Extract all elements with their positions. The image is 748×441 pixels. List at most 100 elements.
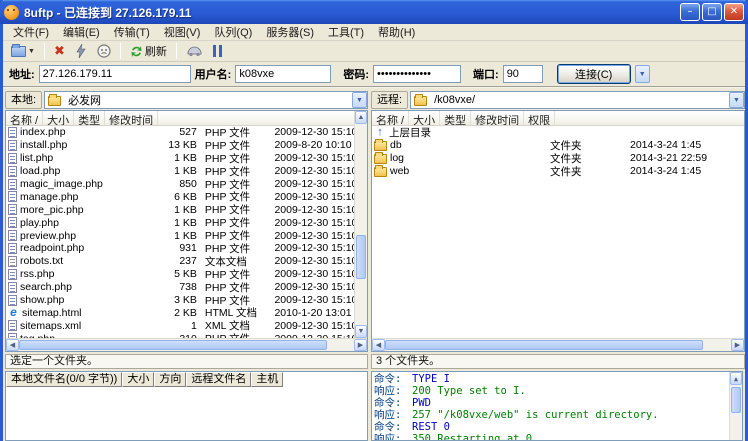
minimize-button[interactable]: – — [680, 3, 700, 21]
column-header[interactable]: 修改时间 — [105, 111, 158, 125]
scroll-down-icon[interactable]: ▼ — [355, 325, 367, 338]
column-header[interactable]: 名称 / — [372, 111, 409, 125]
table-row[interactable]: web 文件夹 2014-3-24 1:45 — [372, 165, 744, 178]
file-icon — [8, 320, 17, 331]
column-header[interactable]: 修改时间 — [471, 111, 524, 125]
scroll-left-icon[interactable]: ◀ — [372, 339, 385, 351]
port-input[interactable] — [503, 65, 543, 83]
scroll-thumb[interactable] — [385, 340, 703, 350]
scroll-up-icon[interactable]: ▲ — [355, 111, 367, 124]
menu-item[interactable]: 工具(T) — [321, 23, 371, 41]
file-icon — [374, 167, 387, 177]
scroll-thumb[interactable] — [19, 340, 327, 350]
local-path-combo[interactable]: 必发网 ▼ — [44, 91, 368, 109]
menu-item[interactable]: 传输(T) — [107, 23, 157, 41]
connect-button[interactable]: 连接(C) — [557, 64, 631, 84]
address-input[interactable] — [39, 65, 191, 83]
scroll-thumb[interactable] — [731, 387, 741, 413]
table-row[interactable]: robots.txt 237 文本文档 2009-12-30 15:10 — [6, 255, 354, 268]
local-horizontal-scrollbar[interactable]: ◀ ▶ — [6, 338, 367, 351]
password-label: 密码: — [343, 66, 369, 82]
log-entry-text: 350 Restarting at 0. — [412, 433, 538, 440]
log-entry: 命令: REST 0 — [374, 421, 728, 433]
table-row[interactable]: tag.php 310 PHP 文件 2009-12-30 15:10 — [6, 332, 354, 338]
pause-button[interactable] — [209, 42, 226, 61]
menu-item[interactable]: 视图(V) — [157, 23, 208, 41]
remote-horizontal-scrollbar[interactable]: ◀ ▶ — [372, 338, 744, 351]
file-name: readpoint.php — [20, 242, 84, 254]
table-row[interactable]: install.php 13 KB PHP 文件 2009-8-20 10:10 — [6, 139, 354, 152]
table-row[interactable]: play.php 1 KB PHP 文件 2009-12-30 15:10 — [6, 216, 354, 229]
menu-item[interactable]: 文件(F) — [6, 23, 56, 41]
column-header[interactable]: 本地文件名(0/0 字节)) — [6, 372, 122, 387]
file-name: db — [390, 139, 402, 151]
table-row[interactable]: manage.php 6 KB PHP 文件 2009-12-30 15:10 — [6, 190, 354, 203]
scroll-thumb[interactable] — [356, 235, 366, 279]
column-header[interactable]: 大小 — [409, 111, 440, 125]
table-row[interactable]: magic_image.php 850 PHP 文件 2009-12-30 15… — [6, 178, 354, 191]
column-header[interactable]: 大小 — [43, 111, 74, 125]
column-header[interactable]: 类型 — [74, 111, 105, 125]
column-header[interactable]: 远程文件名 — [186, 372, 251, 387]
file-size: 310 — [151, 333, 201, 338]
table-row[interactable]: more_pic.php 1 KB PHP 文件 2009-12-30 15:1… — [6, 203, 354, 216]
column-header[interactable]: 类型 — [440, 111, 471, 125]
file-icon — [374, 127, 386, 138]
column-header[interactable]: 大小 — [122, 372, 154, 387]
title-bar[interactable]: 8uftp - 已连接到 27.126.179.11 – □ ✕ — [0, 0, 748, 24]
remote-label: 远程: — [371, 91, 408, 109]
queue-column-headers: 本地文件名(0/0 字节))大小方向远程文件名主机 — [6, 372, 367, 387]
column-header[interactable]: 名称 / — [6, 111, 43, 125]
scroll-right-icon[interactable]: ▶ — [731, 339, 744, 351]
file-name: load.php — [20, 165, 60, 177]
table-row[interactable]: sitemaps.xml 1 XML 文档 2009-12-30 15:10 — [6, 319, 354, 332]
disconnect-button[interactable]: ✖ — [50, 42, 69, 61]
transfer-mode-button[interactable] — [182, 42, 207, 61]
remote-path-dropdown[interactable]: ▼ — [729, 92, 744, 108]
close-button[interactable]: ✕ — [724, 3, 744, 21]
column-header[interactable]: 方向 — [154, 372, 186, 387]
local-path-dropdown[interactable]: ▼ — [352, 92, 367, 108]
table-row[interactable]: rss.php 5 KB PHP 文件 2009-12-30 15:10 — [6, 268, 354, 281]
table-row[interactable]: list.php 1 KB PHP 文件 2009-12-30 15:10 — [6, 152, 354, 165]
table-row[interactable]: search.php 738 PHP 文件 2009-12-30 15:10 — [6, 281, 354, 294]
connect-dropdown-button[interactable]: ▼ — [635, 65, 650, 83]
table-row[interactable]: index.php 527 PHP 文件 2009-12-30 15:10 — [6, 126, 354, 139]
remote-path-combo[interactable]: /k08vxe/ ▼ — [410, 91, 745, 109]
table-row[interactable]: preview.php 1 KB PHP 文件 2009-12-30 15:10 — [6, 229, 354, 242]
site-manager-button[interactable]: ▼ — [7, 42, 39, 61]
file-time: 2014-3-24 1:45 — [626, 139, 710, 151]
username-input[interactable] — [235, 65, 331, 83]
local-rows: index.php 527 PHP 文件 2009-12-30 15:10 in… — [6, 126, 354, 338]
table-row[interactable]: show.php 3 KB PHP 文件 2009-12-30 15:10 — [6, 294, 354, 307]
file-icon — [8, 191, 17, 202]
table-row[interactable]: load.php 1 KB PHP 文件 2009-12-30 15:10 — [6, 165, 354, 178]
reconnect-button[interactable] — [71, 42, 91, 61]
abort-button[interactable] — [93, 42, 115, 61]
password-input[interactable] — [373, 65, 461, 83]
maximize-button[interactable]: □ — [702, 3, 722, 21]
scroll-left-icon[interactable]: ◀ — [6, 339, 19, 351]
file-size: 931 — [151, 242, 201, 254]
local-status: 选定一个文件夹。 — [5, 354, 368, 369]
file-icon — [374, 141, 387, 151]
folder-icon — [414, 96, 427, 106]
transfer-icon — [186, 45, 203, 57]
file-time: 2014-3-24 1:45 — [626, 165, 710, 177]
file-icon — [8, 204, 17, 215]
table-row[interactable]: sitemap.html 2 KB HTML 文档 2010-1-20 13:0… — [6, 306, 354, 319]
file-icon — [8, 153, 17, 164]
file-time: 2009-12-30 15:10 — [270, 152, 354, 164]
scroll-up-icon[interactable]: ▲ — [730, 372, 742, 385]
local-vertical-scrollbar[interactable]: ▲ ▼ — [354, 111, 367, 338]
column-header[interactable]: 主机 — [251, 372, 283, 387]
refresh-button[interactable]: 刷新 — [126, 42, 171, 61]
scroll-right-icon[interactable]: ▶ — [354, 339, 367, 351]
column-header[interactable]: 权限 — [524, 111, 555, 125]
menu-item[interactable]: 编辑(E) — [56, 23, 107, 41]
menu-item[interactable]: 队列(Q) — [207, 23, 259, 41]
table-row[interactable]: readpoint.php 931 PHP 文件 2009-12-30 15:1… — [6, 242, 354, 255]
menu-item[interactable]: 服务器(S) — [259, 23, 321, 41]
log-scrollbar[interactable]: ▲ — [729, 372, 742, 440]
menu-item[interactable]: 帮助(H) — [371, 23, 422, 41]
